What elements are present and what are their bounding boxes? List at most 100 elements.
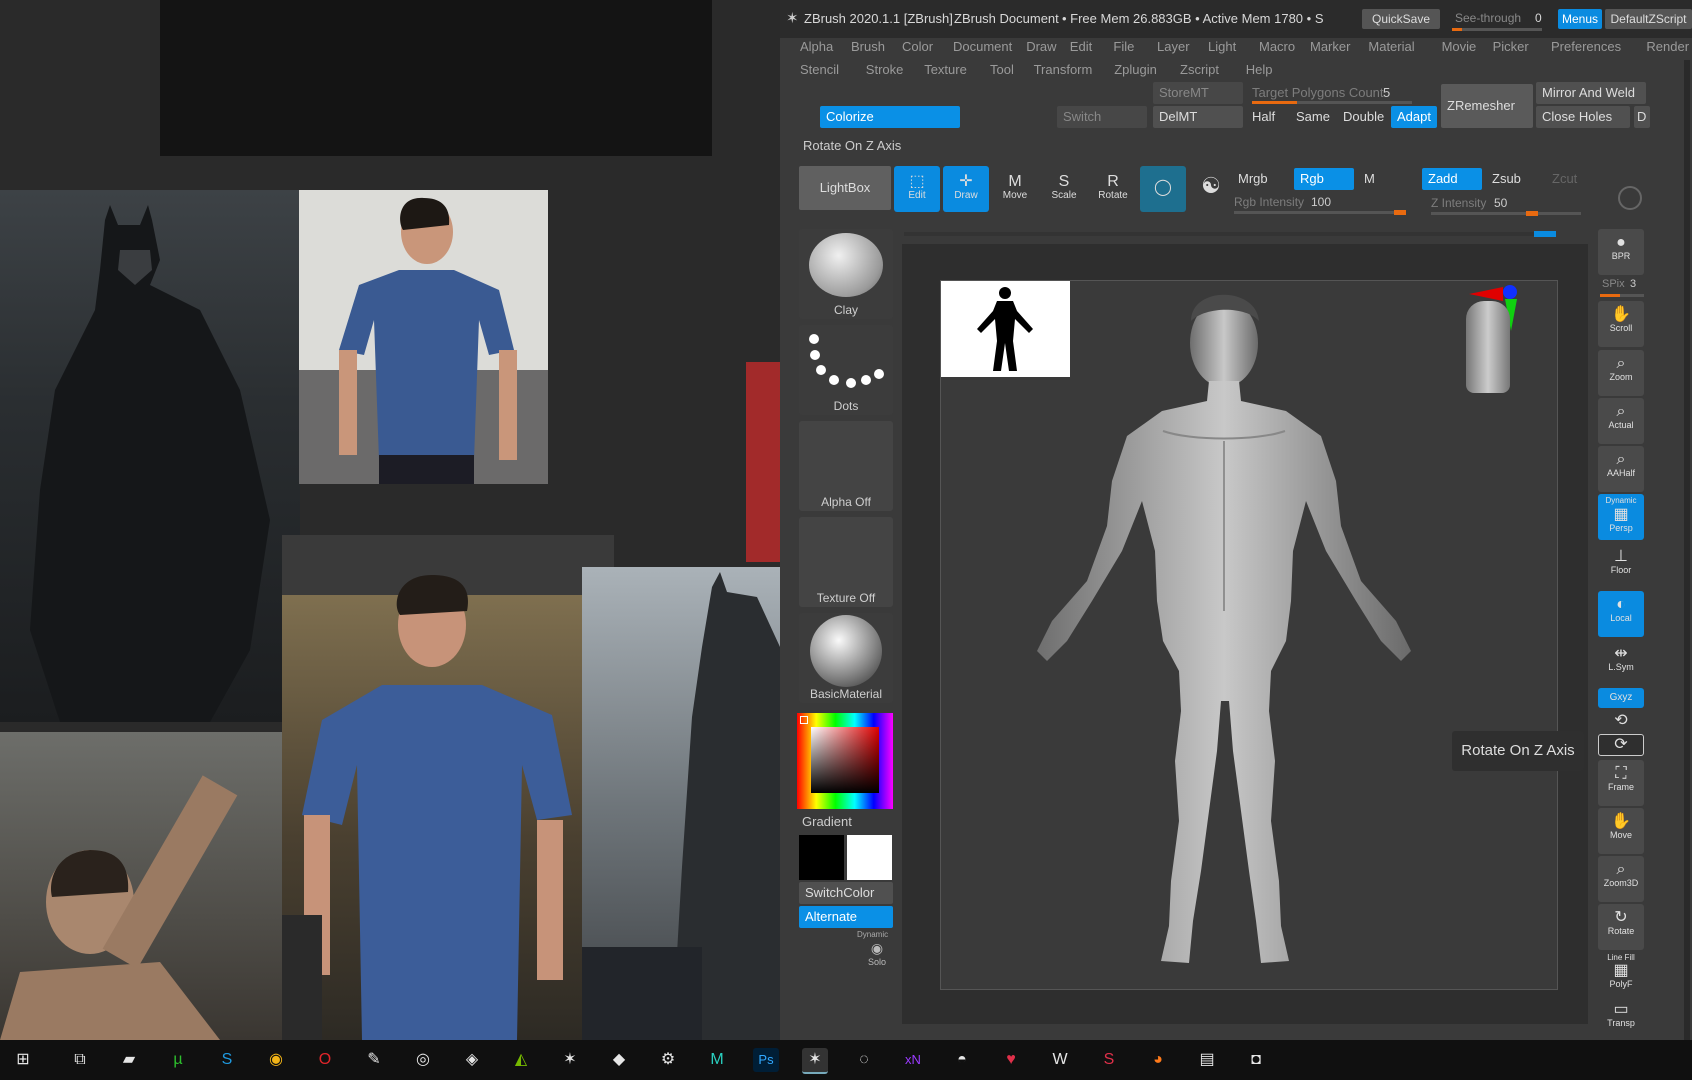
- colorize-button[interactable]: Colorize: [820, 106, 960, 128]
- menu-alpha[interactable]: Alpha: [800, 39, 833, 54]
- menu-edit[interactable]: Edit: [1070, 39, 1092, 54]
- app5-icon[interactable]: ◘: [1243, 1048, 1269, 1072]
- mrgb-button[interactable]: Mrgb: [1232, 168, 1288, 190]
- switch-button[interactable]: Switch: [1057, 106, 1147, 128]
- pivot-icon[interactable]: [1618, 186, 1642, 210]
- substance-icon[interactable]: ◆: [606, 1048, 632, 1072]
- color-picker-square[interactable]: [811, 727, 879, 793]
- z-axis-blue-dot[interactable]: [1503, 285, 1517, 299]
- half-button[interactable]: Half: [1246, 106, 1286, 128]
- rotate-z-button[interactable]: ⟳: [1598, 734, 1644, 756]
- scroll-button[interactable]: ✋ Scroll: [1598, 301, 1644, 347]
- menu-macro[interactable]: Macro: [1259, 39, 1295, 54]
- rgb-button[interactable]: Rgb: [1294, 168, 1354, 190]
- d-button[interactable]: D: [1634, 106, 1650, 128]
- menus-button[interactable]: Menus: [1558, 9, 1602, 29]
- target-polygons-slider[interactable]: [1252, 101, 1412, 104]
- persp-button[interactable]: Dynamic ▦ Persp: [1598, 494, 1644, 540]
- gizmo-button[interactable]: ◯: [1140, 166, 1186, 212]
- obs-icon[interactable]: ◎: [410, 1048, 436, 1072]
- zoom-button[interactable]: ⌕ Zoom: [1598, 350, 1644, 396]
- alpha-selector[interactable]: Alpha Off: [799, 421, 893, 511]
- nvidia-icon[interactable]: ◭: [508, 1048, 534, 1072]
- see-through-slider[interactable]: [1452, 28, 1542, 31]
- gradient-label[interactable]: Gradient: [802, 814, 852, 829]
- menu-marker[interactable]: Marker: [1310, 39, 1350, 54]
- navigation-head-icon[interactable]: [1466, 301, 1510, 393]
- menu-material[interactable]: Material: [1368, 39, 1414, 54]
- polyf-button[interactable]: Line Fill ▦ PolyF: [1598, 952, 1644, 998]
- marvelous-icon[interactable]: M: [704, 1048, 730, 1072]
- zbrush-active-icon[interactable]: ✶: [802, 1048, 828, 1074]
- secondary-color-swatch[interactable]: [799, 835, 844, 880]
- menu-movie[interactable]: Movie: [1442, 39, 1477, 54]
- floor-button[interactable]: ⊥ Floor: [1598, 543, 1644, 589]
- lightbox-button[interactable]: LightBox: [799, 166, 891, 210]
- double-button[interactable]: Double: [1337, 106, 1389, 128]
- scale-mode-button[interactable]: S Scale: [1041, 166, 1087, 212]
- task-view-icon[interactable]: ⧉: [67, 1048, 93, 1072]
- brush-selector[interactable]: Clay: [799, 229, 893, 319]
- rgb-intensity-value[interactable]: 100: [1311, 195, 1331, 209]
- menu-tool[interactable]: Tool: [990, 62, 1014, 77]
- menu-render[interactable]: Render: [1646, 39, 1689, 54]
- menu-stroke[interactable]: Stroke: [866, 62, 904, 77]
- discord-icon[interactable]: ◈: [459, 1048, 485, 1072]
- spix-value[interactable]: 3: [1630, 278, 1636, 290]
- zcut-button[interactable]: Zcut: [1546, 168, 1586, 190]
- stroke-selector[interactable]: Dots: [799, 325, 893, 415]
- app4-icon[interactable]: S: [1096, 1048, 1122, 1072]
- actual-button[interactable]: ⌕ Actual: [1598, 398, 1644, 444]
- spix-slider[interactable]: [1600, 294, 1644, 297]
- zoom3d-button[interactable]: ⌕ Zoom3D: [1598, 856, 1644, 902]
- rotate-y-button[interactable]: ⟲: [1598, 710, 1644, 732]
- mirror-and-weld-button[interactable]: Mirror And Weld: [1536, 82, 1646, 104]
- skype-icon[interactable]: S: [214, 1048, 240, 1072]
- main-color-swatch[interactable]: [847, 835, 892, 880]
- zadd-button[interactable]: Zadd: [1422, 168, 1482, 190]
- menu-zplugin[interactable]: Zplugin: [1114, 62, 1157, 77]
- z-intensity-slider[interactable]: [1431, 211, 1581, 216]
- local-button[interactable]: ◐ Local: [1598, 591, 1644, 637]
- steam-icon[interactable]: ⚙: [655, 1048, 681, 1072]
- zremesher-button[interactable]: ZRemesher: [1441, 84, 1533, 128]
- rgb-intensity-slider[interactable]: [1234, 210, 1406, 215]
- close-holes-button[interactable]: Close Holes: [1536, 106, 1630, 128]
- notepad-icon[interactable]: ✎: [361, 1048, 387, 1072]
- zbrush-icon[interactable]: ✶: [557, 1048, 583, 1072]
- edit-mode-button[interactable]: ⬚ Edit: [894, 166, 940, 212]
- transp-button[interactable]: ▭ Transp: [1598, 1000, 1644, 1038]
- menu-stencil[interactable]: Stencil: [800, 62, 839, 77]
- quicksave-button[interactable]: QuickSave: [1362, 9, 1440, 29]
- menu-help[interactable]: Help: [1246, 62, 1273, 77]
- rotate-view-button[interactable]: ↻ Rotate: [1598, 904, 1644, 950]
- menu-file[interactable]: File: [1113, 39, 1134, 54]
- menu-brush[interactable]: Brush: [851, 39, 885, 54]
- store-mt-button[interactable]: StoreMT: [1153, 82, 1243, 104]
- material-toggle-button[interactable]: ☯: [1188, 166, 1234, 212]
- menu-color[interactable]: Color: [902, 39, 933, 54]
- firefox-icon[interactable]: ◕: [1145, 1048, 1171, 1072]
- menu-draw[interactable]: Draw: [1026, 39, 1056, 54]
- z-intensity-value[interactable]: 50: [1494, 196, 1507, 210]
- mpc-icon[interactable]: ▤: [1194, 1048, 1220, 1072]
- menu-light[interactable]: Light: [1208, 39, 1236, 54]
- right-scrollbar[interactable]: [1684, 60, 1690, 1040]
- adapt-button[interactable]: Adapt: [1391, 106, 1437, 128]
- zsub-button[interactable]: Zsub: [1486, 168, 1542, 190]
- alternate-button[interactable]: Alternate: [799, 906, 893, 928]
- solo-button[interactable]: ◉ Solo: [860, 940, 894, 974]
- xnview-icon[interactable]: xN: [900, 1048, 926, 1072]
- menu-zscript[interactable]: Zscript: [1180, 62, 1219, 77]
- document-frame[interactable]: Rotate On Z Axis: [940, 280, 1584, 990]
- menu-texture[interactable]: Texture: [924, 62, 967, 77]
- menu-layer[interactable]: Layer: [1157, 39, 1190, 54]
- photoshop-icon[interactable]: Ps: [753, 1048, 779, 1072]
- draw-mode-button[interactable]: ✛ Draw: [943, 166, 989, 212]
- default-zscript-button[interactable]: DefaultZScript: [1605, 9, 1692, 29]
- target-polygons-value[interactable]: 5: [1383, 85, 1390, 100]
- aahalf-button[interactable]: ⌕ AAHalf: [1598, 446, 1644, 492]
- m-button[interactable]: M: [1358, 168, 1380, 190]
- bpr-button[interactable]: ● BPR: [1598, 229, 1644, 275]
- see-through-label[interactable]: See-through: [1455, 11, 1521, 25]
